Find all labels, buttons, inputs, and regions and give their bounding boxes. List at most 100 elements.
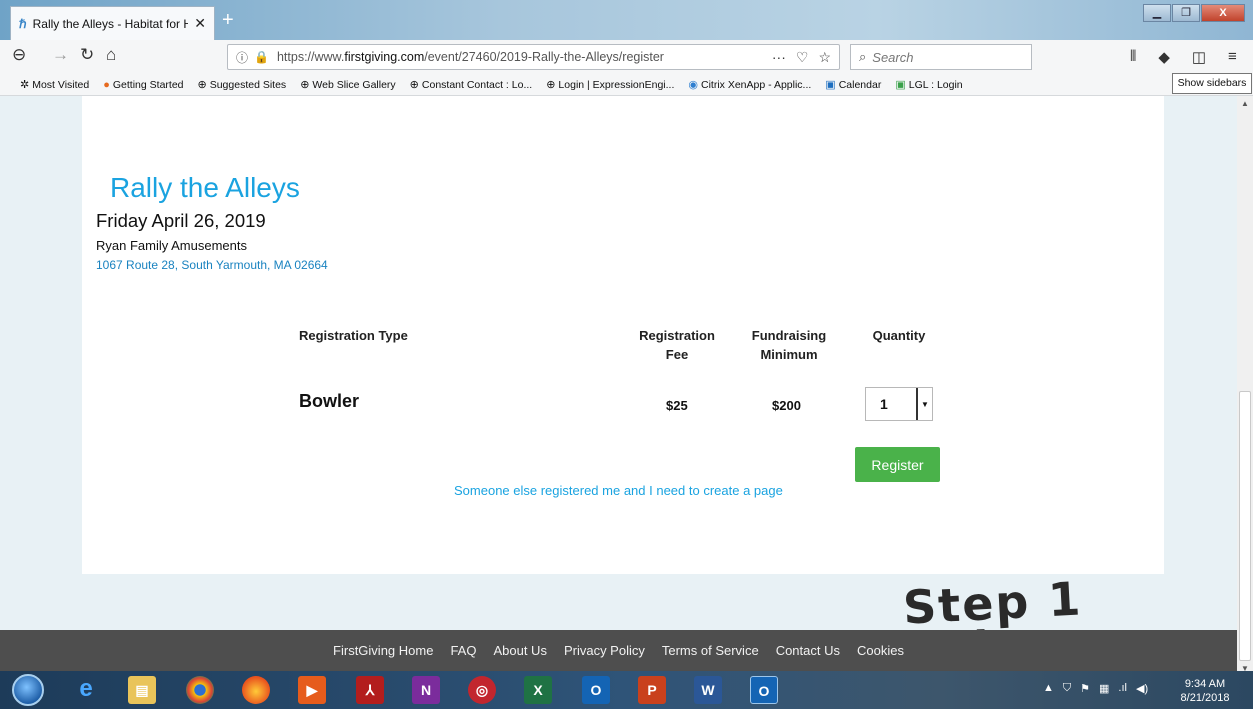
bookmarks-bar: ✲ Most Visited ● Getting Started ⊕ Suggeste…	[0, 74, 1253, 96]
fundraising-minimum-value: $200	[772, 398, 801, 413]
event-address-link[interactable]: 1067 Route 28, South Yarmouth, MA 02664	[96, 258, 328, 272]
file-explorer-icon[interactable]: ▤	[128, 676, 156, 704]
bookmark-getting-started[interactable]: ● Getting Started	[103, 79, 183, 91]
scroll-up-icon[interactable]: ▲	[1241, 99, 1249, 108]
tray-expand-icon[interactable]: ▲	[1043, 682, 1054, 695]
footer-link-faq[interactable]: FAQ	[450, 643, 476, 658]
onenote-icon[interactable]: N	[412, 676, 440, 704]
footer-link-about[interactable]: About Us	[493, 643, 546, 658]
chevron-down-icon[interactable]: ▼	[916, 388, 932, 420]
event-title: Rally the Alleys	[110, 172, 300, 203]
bookmark-citrix[interactable]: ◉ Citrix XenApp - Applic...	[688, 78, 811, 92]
header-fundraising-minimum: Fundraising Minimum	[751, 328, 827, 362]
internet-explorer-icon[interactable]: e	[72, 676, 100, 704]
window-controls: ▁ ❐ X	[1143, 4, 1245, 22]
footer-link-privacy[interactable]: Privacy Policy	[564, 643, 645, 658]
tray-flag-icon[interactable]: ⚑	[1080, 682, 1090, 695]
media-player-icon[interactable]: ▶	[298, 676, 326, 704]
bookmark-star-icon[interactable]: ☆	[818, 49, 831, 66]
new-tab-button[interactable]: +	[222, 9, 234, 32]
home-icon[interactable]: ⌂	[106, 45, 116, 65]
acrobat-icon[interactable]: ⅄	[356, 676, 384, 704]
bookmark-lgl[interactable]: ▣ LGL : Login	[895, 78, 962, 92]
footer-link-cookies[interactable]: Cookies	[857, 643, 904, 658]
bookmark-web-slice[interactable]: ⊕ Web Slice Gallery	[300, 78, 395, 92]
tray-app-icon[interactable]: ▦	[1099, 682, 1109, 695]
taskbar-clock[interactable]: 9:34 AM 8/21/2018	[1176, 677, 1234, 705]
browser-titlebar: ℏ Rally the Alleys - Habitat for H ✕ + ▁…	[0, 0, 1253, 40]
bookmark-expressionengine[interactable]: ⊕ Login | ExpressionEngi...	[546, 78, 674, 92]
outlook-icon: ▣	[825, 79, 836, 91]
bookmark-suggested-sites[interactable]: ⊕ Suggested Sites	[197, 78, 287, 92]
globe-icon: ⊕	[546, 79, 556, 91]
citrix-icon: ◉	[688, 79, 698, 91]
window-close-icon[interactable]: X	[1201, 4, 1245, 22]
scroll-thumb[interactable]	[1239, 391, 1251, 661]
header-quantity: Quantity	[872, 328, 926, 343]
outlook-taskbar-icon[interactable]: O	[582, 676, 610, 704]
firefox-taskbar-icon[interactable]	[242, 676, 270, 704]
maximize-icon[interactable]: ❐	[1172, 4, 1200, 22]
create-page-link[interactable]: Someone else registered me and I need to…	[454, 483, 783, 498]
footer-link-terms[interactable]: Terms of Service	[662, 643, 759, 658]
tray-security-icon[interactable]: ⛉	[1063, 682, 1071, 695]
menu-icon[interactable]: ≡	[1228, 48, 1237, 66]
pocket-icon[interactable]: ♡	[796, 49, 809, 66]
footer-link-home[interactable]: FirstGiving Home	[333, 643, 433, 658]
library-icon[interactable]: ⫴	[1130, 48, 1136, 66]
forward-icon[interactable]: →	[52, 45, 69, 65]
outlook-active-icon[interactable]: O	[750, 676, 778, 704]
header-registration-fee: Registration Fee	[639, 328, 715, 362]
network-icon[interactable]: .ıl	[1118, 682, 1127, 695]
gear-icon: ✲	[20, 79, 30, 91]
event-date: Friday April 26, 2019	[96, 210, 266, 231]
chrome-icon[interactable]	[186, 676, 214, 704]
registration-card: Rally the Alleys Friday April 26, 2019 R…	[82, 96, 1164, 574]
globe-icon: ⊕	[409, 79, 419, 91]
sidebar-icon[interactable]: ◫	[1192, 48, 1206, 66]
quantity-select[interactable]: 1 ▼	[865, 387, 933, 421]
clock-time: 9:34 AM	[1184, 678, 1226, 690]
reload-icon[interactable]: ↻	[80, 45, 94, 65]
start-button[interactable]	[12, 674, 44, 706]
browser-tab[interactable]: ℏ Rally the Alleys - Habitat for H ✕	[10, 6, 215, 40]
event-venue: Ryan Family Amusements	[96, 238, 247, 253]
url-text[interactable]: https://www.firstgiving.com/event/27460/…	[277, 50, 772, 64]
bookmark-constant-contact[interactable]: ⊕ Constant Contact : Lo...	[409, 78, 533, 92]
footer-link-contact[interactable]: Contact Us	[776, 643, 840, 658]
bookmark-calendar[interactable]: ▣ Calendar	[825, 78, 881, 92]
lock-icon: 🔒	[254, 50, 269, 64]
page-actions-icon[interactable]: ···	[772, 49, 786, 66]
search-icon: ⌕	[859, 49, 867, 64]
globe-icon: ⊕	[300, 79, 310, 91]
clock-date: 8/21/2018	[1180, 692, 1230, 704]
registration-fee-value: $25	[666, 398, 688, 413]
powerpoint-icon[interactable]: P	[638, 676, 666, 704]
volume-icon[interactable]: ◀)	[1136, 682, 1148, 695]
search-input[interactable]: ⌕ Search	[850, 44, 1032, 70]
windows-taskbar: e ▤ ▶ ⅄ N ◎ X O P W O ▲ ⛉ ⚑ ▦ .ıl ◀) 9:3…	[0, 671, 1253, 709]
page-viewport: Rally the Alleys Friday April 26, 2019 R…	[0, 96, 1237, 709]
creative-cloud-icon[interactable]: ◎	[468, 676, 496, 704]
globe-icon: ⊕	[197, 79, 207, 91]
tab-title: Rally the Alleys - Habitat for H	[32, 16, 189, 31]
site-footer: FirstGiving Home FAQ About Us Privacy Po…	[0, 630, 1237, 671]
extension-icon[interactable]: ◆	[1158, 48, 1170, 66]
minimize-icon[interactable]: ▁	[1143, 4, 1171, 22]
excel-icon[interactable]: X	[524, 676, 552, 704]
header-registration-type: Registration Type	[299, 328, 408, 343]
bookmark-most-visited[interactable]: ✲ Most Visited	[20, 78, 89, 92]
close-tab-icon[interactable]: ✕	[194, 15, 206, 32]
habitat-favicon-icon: ℏ	[19, 16, 27, 31]
info-icon[interactable]: ⓘ	[236, 49, 248, 66]
lgl-icon: ▣	[895, 79, 906, 91]
word-icon[interactable]: W	[694, 676, 722, 704]
back-icon[interactable]: ⊖	[12, 45, 26, 65]
firefox-icon: ●	[103, 78, 110, 91]
quantity-value: 1	[880, 396, 888, 412]
page-scrollbar[interactable]: ▲ ▼	[1237, 96, 1253, 676]
search-placeholder: Search	[872, 49, 914, 65]
register-button[interactable]: Register	[855, 447, 940, 482]
url-bar[interactable]: ⓘ 🔒 https://www.firstgiving.com/event/27…	[227, 44, 840, 70]
registration-type-bowler: Bowler	[299, 391, 360, 411]
